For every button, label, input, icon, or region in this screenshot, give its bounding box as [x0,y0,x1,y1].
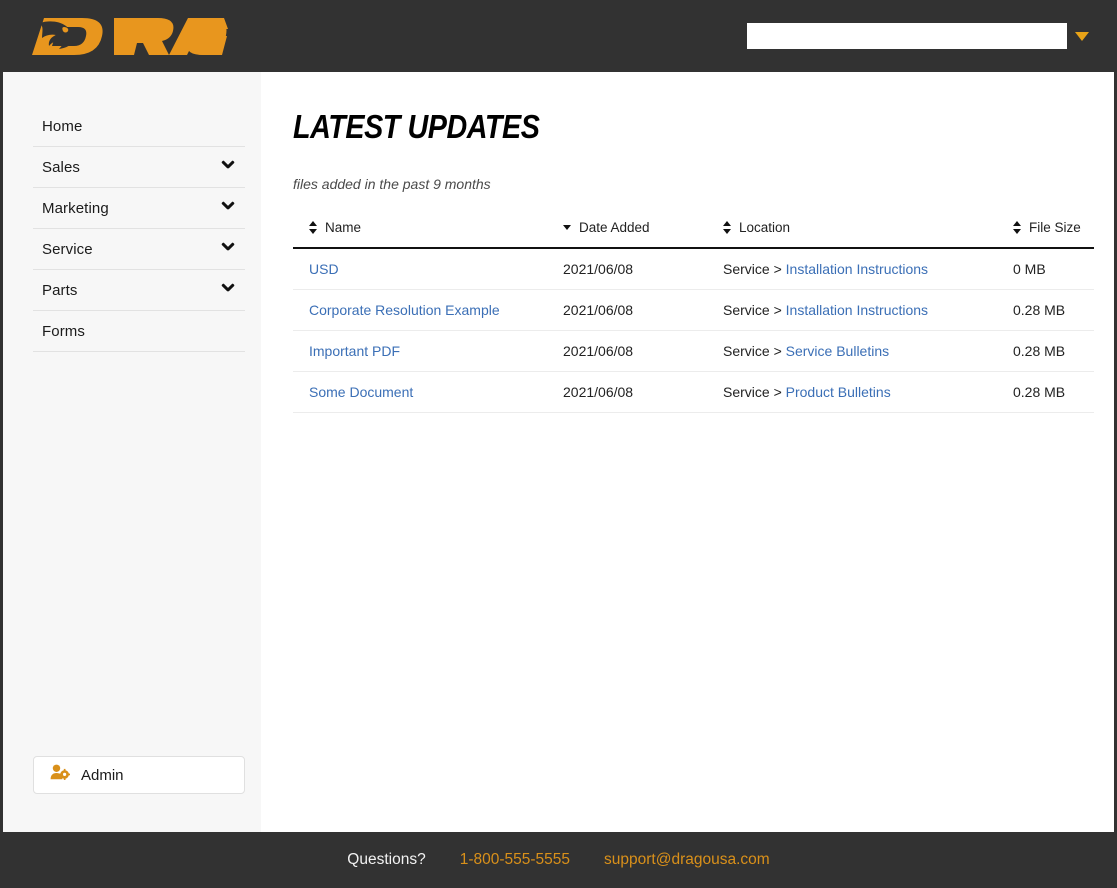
updates-table-wrap: Name Date Added Location File Size USD 2… [293,220,1094,413]
sidebar-nav: Home Sales Marketing Service Parts Forms [33,106,245,352]
sidebar-item-label: Home [42,117,83,135]
cell-location: Service > Service Bulletins [723,330,1013,372]
cell-location: Service > Installation Instructions [723,289,1013,331]
location-link[interactable]: Installation Instructions [786,261,928,277]
cell-location: Service > Installation Instructions [723,248,1013,290]
table-header: Name Date Added Location File Size [293,220,1094,249]
cell-date-added: 2021/06/08 [563,330,723,372]
location-root: Service > [723,261,786,277]
table-header-row: Name Date Added Location File Size [293,220,1094,249]
location-link[interactable]: Installation Instructions [786,302,928,318]
latest-updates-table: Name Date Added Location File Size USD 2… [293,220,1094,413]
table-row: USD 2021/06/08 Service > Installation In… [293,248,1094,290]
cell-file-size: 0.28 MB [1013,371,1094,413]
sidebar-item-sales[interactable]: Sales [33,147,245,188]
table-body: USD 2021/06/08 Service > Installation In… [293,248,1094,413]
cell-location: Service > Product Bulletins [723,371,1013,413]
user-gear-icon [50,764,71,786]
sidebar: Home Sales Marketing Service Parts Forms [3,72,261,832]
table-row: Corporate Resolution Example 2021/06/08 … [293,289,1094,331]
cell-date-added: 2021/06/08 [563,289,723,331]
chevron-down-icon[interactable] [221,160,235,174]
sidebar-item-parts[interactable]: Parts [33,270,245,311]
sort-both-icon[interactable] [309,221,318,234]
column-header-label: Date Added [579,220,650,235]
chevron-down-icon[interactable] [221,283,235,297]
sidebar-item-label: Parts [42,281,78,299]
column-header-file-size[interactable]: File Size [1013,220,1094,249]
table-row: Some Document 2021/06/08 Service > Produ… [293,371,1094,413]
file-name-link[interactable]: USD [309,261,339,277]
footer-phone-link[interactable]: 1-800-555-5555 [460,851,570,869]
chevron-down-icon[interactable] [221,201,235,215]
file-name-link[interactable]: Important PDF [309,343,400,359]
location-link[interactable]: Service Bulletins [786,343,890,359]
file-name-link[interactable]: Corporate Resolution Example [309,302,500,318]
sidebar-item-label: Sales [42,158,81,176]
search-input[interactable] [747,23,1067,49]
location-root: Service > [723,343,786,359]
cell-file-size: 0 MB [1013,248,1094,290]
cell-name: Some Document [293,371,563,413]
location-link[interactable]: Product Bulletins [786,384,891,400]
table-row: Important PDF 2021/06/08 Service > Servi… [293,330,1094,372]
cell-name: Important PDF [293,330,563,372]
site-footer: Questions? 1-800-555-5555 support@dragou… [0,832,1117,888]
sidebar-item-label: Forms [42,322,85,340]
sidebar-item-label: Service [42,240,93,258]
cell-file-size: 0.28 MB [1013,289,1094,331]
cell-date-added: 2021/06/08 [563,248,723,290]
column-header-date-added[interactable]: Date Added [563,220,723,249]
drago-logo-svg [32,18,228,55]
sidebar-item-service[interactable]: Service [33,229,245,270]
page-root: Home Sales Marketing Service Parts Forms [0,0,1117,888]
column-header-location[interactable]: Location [723,220,1013,249]
sort-descending-icon[interactable] [563,221,572,234]
footer-email-link[interactable]: support@dragousa.com [604,851,770,869]
cell-date-added: 2021/06/08 [563,371,723,413]
page-subtitle: files added in the past 9 months [293,176,491,192]
sidebar-item-marketing[interactable]: Marketing [33,188,245,229]
page-title: LATEST UPDATES [293,108,540,145]
sidebar-item-home[interactable]: Home [33,106,245,147]
search-dropdown-caret-icon[interactable] [1075,31,1089,41]
column-header-name[interactable]: Name [293,220,563,249]
column-header-label: Location [739,220,791,235]
chevron-down-icon[interactable] [221,242,235,256]
sidebar-item-label: Marketing [42,199,109,217]
main-content: LATEST UPDATES files added in the past 9… [261,72,1114,832]
sort-both-icon[interactable] [723,221,732,234]
footer-questions-label: Questions? [347,851,426,868]
column-header-label: File Size [1029,220,1081,235]
cell-name: USD [293,248,563,290]
location-root: Service > [723,384,786,400]
header-search-group [747,23,1089,49]
admin-button-label: Admin [81,766,124,784]
drago-logo[interactable] [30,14,245,59]
file-name-link[interactable]: Some Document [309,384,413,400]
cell-file-size: 0.28 MB [1013,330,1094,372]
location-root: Service > [723,302,786,318]
admin-button[interactable]: Admin [33,756,245,794]
site-header [0,0,1117,72]
sort-both-icon[interactable] [1013,221,1022,234]
cell-name: Corporate Resolution Example [293,289,563,331]
sidebar-item-forms[interactable]: Forms [33,311,245,352]
column-header-label: Name [325,220,362,235]
